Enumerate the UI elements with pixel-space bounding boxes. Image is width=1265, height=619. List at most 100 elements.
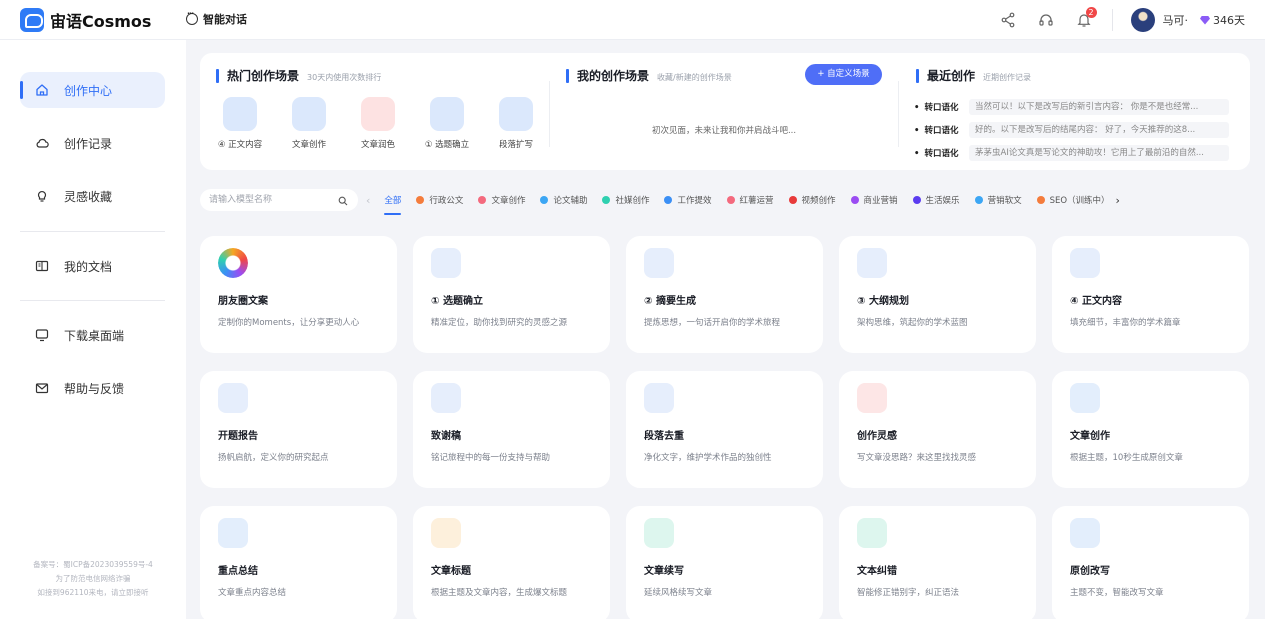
category-dot — [602, 196, 611, 204]
user-avatar[interactable] — [1130, 8, 1155, 32]
tab-category[interactable]: 商业营销 — [850, 189, 898, 211]
checklist-icon — [431, 248, 461, 278]
tab-category[interactable]: 生活娱乐 — [912, 189, 960, 211]
card-title: 重点总结 — [218, 566, 258, 577]
scene-card[interactable]: 创作灵感 写文章没思路？来这里找找灵感 — [839, 371, 1036, 488]
tab-category[interactable]: 社媒创作 — [602, 189, 649, 211]
scene-card[interactable]: 文章标题 根据主题及文章内容，生成爆文标题 — [413, 506, 610, 619]
tab-category[interactable]: SEO（训练中） — [1036, 189, 1110, 211]
bell-icon[interactable]: 2 — [1076, 7, 1097, 28]
panel-divider — [898, 81, 899, 147]
scene-card[interactable]: 段落去重 净化文字，维护学术作品的独创性 — [626, 371, 823, 488]
recent-item[interactable]: 转口语化 当然可以！以下是改写后的新引言内容： 你是不是也经常... — [914, 98, 1234, 116]
scene-card[interactable]: 朋友圈文案 定制你的Moments，让分享更动人心 — [200, 236, 397, 353]
sidebar-item-inspiration[interactable]: 灵感收藏 — [20, 178, 165, 214]
tab-all[interactable]: 全部 — [384, 189, 402, 215]
scene-card[interactable]: 文章创作 根据主题，10秒生成原创文章 — [1052, 371, 1249, 488]
sidebar-item-creation-center[interactable]: 创作中心 — [20, 72, 165, 108]
category-label: 工作提效 — [677, 196, 712, 206]
hot-scene-label: ④ 正文内容 — [217, 140, 263, 150]
scene-card[interactable]: ② 摘要生成 提炼思想，一句话开启你的学术旅程 — [626, 236, 823, 353]
logo-text: 宙语Cosmos — [50, 12, 152, 31]
scene-card[interactable]: 文章续写 延续风格续写文章 — [626, 506, 823, 619]
tab-category[interactable]: 论文辅助 — [540, 189, 587, 211]
scene-card[interactable]: 重点总结 文章重点内容总结 — [200, 506, 397, 619]
tab-category[interactable]: 营销软文 — [974, 189, 1022, 211]
hot-scene-item[interactable]: ① 选题确立 — [421, 97, 473, 150]
headset-icon[interactable] — [1038, 12, 1054, 28]
sidebar-item-label: 下载桌面端 — [64, 328, 125, 343]
my-scenes-title: 我的创作场景 — [577, 69, 650, 83]
chevron-left-icon[interactable]: ‹ — [366, 194, 370, 207]
search-icon[interactable] — [338, 195, 348, 209]
category-dot — [416, 196, 425, 204]
scene-card[interactable]: ④ 正文内容 填充细节，丰富你的学术篇章 — [1052, 236, 1249, 353]
card-title: ④ 正文内容 — [1070, 296, 1122, 307]
recent-tag: 转口语化 — [914, 124, 969, 136]
hot-scene-label: 文章润色 — [360, 140, 395, 150]
outline-icon — [857, 248, 887, 278]
sidebar-item-creation-records[interactable]: 创作记录 — [20, 125, 165, 161]
scene-card[interactable]: 致谢稿 铭记旅程中的每一份支持与帮助 — [413, 371, 610, 488]
scene-card[interactable]: 开题报告 扬帆启航，定义你的研究起点 — [200, 371, 397, 488]
top-bar: 宙语Cosmos 智能对话 2 马可· 346天 — [0, 0, 1265, 40]
search-input[interactable] — [200, 189, 325, 211]
card-title: 原创改写 — [1070, 566, 1110, 577]
card-desc: 根据主题，10秒生成原创文章 — [1070, 453, 1183, 463]
title-icon — [431, 518, 461, 548]
tab-category[interactable]: 工作提效 — [664, 189, 712, 211]
app-logo[interactable]: 宙语Cosmos — [20, 8, 151, 32]
card-title: 文章续写 — [644, 566, 684, 577]
hot-scenes-header: 热门创作场景 30天内使用次数排行 — [216, 67, 381, 84]
tab-category[interactable]: 红薯运营 — [726, 189, 774, 211]
header-actions: 2 马可· 346天 — [978, 7, 1245, 32]
category-label: 红薯运营 — [739, 196, 774, 206]
hot-scenes-title: 热门创作场景 — [227, 69, 300, 83]
recent-item[interactable]: 转口语化 好的。以下是改写后的结尾内容： 好了，今天推荐的这8... — [914, 121, 1234, 139]
category-label: 生活娱乐 — [925, 196, 960, 206]
card-title: 致谢稿 — [431, 431, 461, 442]
category-label: 视频创作 — [801, 196, 836, 206]
card-title: ② 摘要生成 — [644, 296, 696, 307]
card-desc: 写文章没思路？来这里找找灵感 — [857, 453, 977, 463]
category-label: 社媒创作 — [615, 196, 650, 206]
category-label: 营销软文 — [987, 196, 1022, 206]
tools-icon — [857, 383, 887, 413]
card-title: 文本纠错 — [857, 566, 897, 577]
hot-scene-item[interactable]: ④ 正文内容 — [214, 97, 266, 150]
sidebar-item-my-docs[interactable]: 我的文档 — [20, 248, 165, 284]
card-desc: 定制你的Moments，让分享更动人心 — [218, 318, 360, 328]
icp-filing-note[interactable]: 备案号：蜀ICP备2023039559号-4 — [0, 558, 186, 571]
document-icon — [1070, 383, 1100, 413]
rewrite-icon — [1070, 518, 1100, 548]
category-label: 文章创作 — [491, 196, 526, 206]
smart-chat-tab[interactable]: 智能对话 — [186, 9, 247, 27]
vip-status[interactable]: 346天 — [1200, 12, 1245, 28]
custom-scene-button[interactable]: + 自定义场景 — [805, 64, 882, 85]
scene-card[interactable]: 文本纠错 智能修正错别字，纠正语法 — [839, 506, 1036, 619]
chevron-right-icon[interactable]: › — [1116, 194, 1120, 207]
tab-category[interactable]: 文章创作 — [478, 189, 525, 211]
tab-category[interactable]: 视频创作 — [788, 189, 836, 211]
hot-scene-item[interactable]: 文章润色 — [352, 97, 404, 150]
scene-card[interactable]: ① 选题确立 精准定位，助你找到研究的灵感之源 — [413, 236, 610, 353]
ring-icon — [218, 248, 248, 278]
recent-tag: 转口语化 — [914, 101, 969, 113]
card-desc: 填充细节，丰富你的学术篇章 — [1070, 318, 1181, 328]
check-icon — [857, 518, 887, 548]
sidebar-item-help-feedback[interactable]: 帮助与反馈 — [20, 370, 165, 406]
hot-scene-item[interactable]: 文章创作 — [283, 97, 335, 150]
category-dot — [540, 196, 549, 204]
tab-category[interactable]: 行政公文 — [416, 189, 463, 211]
notification-badge: 2 — [1085, 7, 1097, 18]
user-name[interactable]: 马可· — [1163, 12, 1189, 28]
category-label: 商业营销 — [863, 196, 898, 206]
model-search — [200, 189, 358, 211]
recent-item[interactable]: 转口语化 茅茅虫AI论文真是写论文的神助攻！它用上了最前沿的自然... — [914, 144, 1234, 162]
scene-card[interactable]: 原创改写 主题不变，智能改写文章 — [1052, 506, 1249, 619]
card-desc: 架构思维，筑起你的学术蓝图 — [857, 318, 968, 328]
share-icon[interactable] — [1000, 12, 1016, 28]
sidebar-item-download-desktop[interactable]: 下载桌面端 — [20, 317, 165, 353]
scene-card[interactable]: ③ 大纲规划 架构思维，筑起你的学术蓝图 — [839, 236, 1036, 353]
hot-scene-item[interactable]: 段落扩写 — [490, 97, 542, 150]
